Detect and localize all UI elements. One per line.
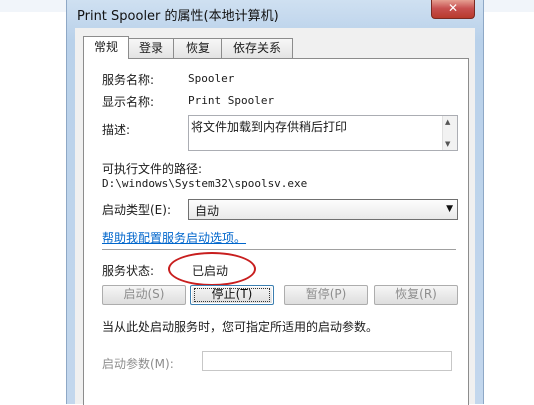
startup-type-label: 启动类型(E):	[102, 203, 171, 217]
start-button[interactable]: 启动(S)	[102, 285, 186, 305]
start-params-hint: 当从此处启动服务时，您可指定所适用的启动参数。	[102, 320, 379, 334]
general-tab-panel: 服务名称: Spooler 显示名称: Print Spooler 描述: 将文…	[83, 58, 469, 405]
service-name-value: Spooler	[188, 72, 235, 85]
service-status-value: 已启动	[192, 264, 229, 278]
properties-window: Print Spooler 的属性(本地计算机) ✕ 常规 登录 恢复 依存关系…	[66, 0, 484, 405]
tab-recovery[interactable]: 恢复	[173, 38, 223, 58]
background-window-edge	[0, 0, 66, 12]
display-name-label: 显示名称:	[102, 95, 155, 109]
tab-general[interactable]: 常规	[83, 36, 129, 59]
start-params-label: 启动参数(M):	[102, 357, 174, 371]
resume-button[interactable]: 恢复(R)	[374, 285, 458, 305]
close-button[interactable]: ✕	[431, 0, 475, 19]
window-title: Print Spooler 的属性(本地计算机)	[77, 9, 279, 24]
exe-path-label: 可执行文件的路径:	[102, 162, 203, 176]
scroll-down-icon[interactable]: ▼	[445, 140, 450, 148]
startup-type-select[interactable]: 自动 ▼	[188, 199, 458, 220]
display-name-value: Print Spooler	[188, 94, 275, 107]
dropdown-arrow-icon[interactable]: ▼	[446, 204, 453, 214]
pause-button[interactable]: 暂停(P)	[284, 285, 368, 305]
service-name-label: 服务名称:	[102, 73, 155, 87]
close-icon: ✕	[447, 1, 459, 15]
description-label: 描述:	[102, 123, 131, 137]
tab-logon[interactable]: 登录	[127, 38, 175, 58]
stop-button[interactable]: 停止(T)	[190, 285, 274, 305]
focus-rectangle	[194, 288, 270, 302]
dialog-client: 常规 登录 恢复 依存关系 服务名称: Spooler 显示名称: Print …	[75, 28, 475, 405]
service-status-label: 服务状态:	[102, 264, 155, 278]
description-text: 将文件加载到内存供稍后打印	[191, 120, 348, 134]
scroll-up-icon[interactable]: ▲	[445, 118, 450, 126]
description-scrollbar[interactable]: ▲ ▼	[442, 116, 457, 150]
exe-path-value: D:\windows\System32\spoolsv.exe	[102, 177, 308, 190]
startup-type-value: 自动	[195, 204, 220, 218]
tab-dependencies[interactable]: 依存关系	[221, 38, 293, 58]
divider	[102, 249, 456, 250]
title-bar[interactable]: Print Spooler 的属性(本地计算机) ✕	[67, 0, 483, 28]
help-configure-link[interactable]: 帮助我配置服务启动选项。	[102, 229, 246, 246]
background-window-edge-right	[482, 0, 534, 12]
start-params-input[interactable]	[202, 351, 452, 371]
description-field[interactable]: 将文件加载到内存供稍后打印 ▲ ▼	[188, 115, 458, 151]
